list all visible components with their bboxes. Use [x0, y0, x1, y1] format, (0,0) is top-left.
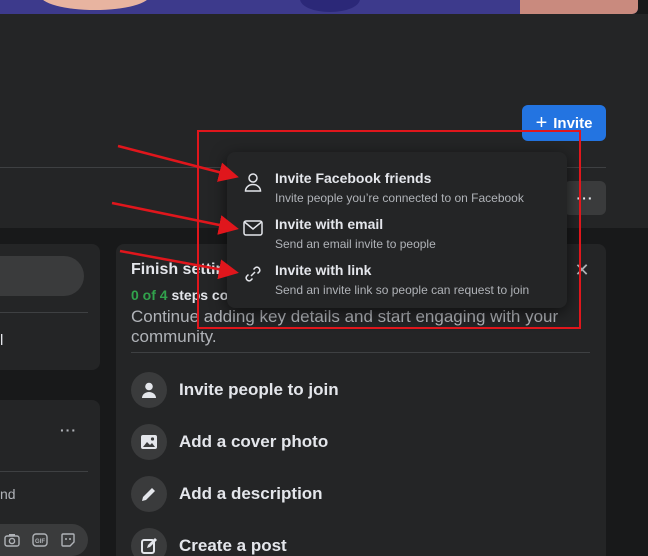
- setup-description: Continue adding key details and start en…: [131, 307, 559, 346]
- menu-item-invite-email[interactable]: Invite with email Send an email invite t…: [227, 198, 567, 251]
- composer-icon-bar: GIF: [0, 524, 88, 556]
- link-icon: [241, 262, 265, 286]
- task-invite-people[interactable]: Invite people to join: [131, 372, 339, 408]
- divider: [131, 352, 590, 353]
- divider: [0, 312, 88, 313]
- camera-icon[interactable]: [2, 530, 22, 550]
- task-create-post[interactable]: Create a post: [131, 528, 287, 556]
- gif-icon[interactable]: GIF: [30, 530, 50, 550]
- image-icon: [131, 424, 167, 460]
- plus-icon: +: [535, 112, 548, 134]
- sticker-icon[interactable]: [58, 530, 78, 550]
- edit-icon: [131, 528, 167, 556]
- pencil-icon: [131, 476, 167, 512]
- invite-dropdown-menu: Invite Facebook friends Invite people yo…: [227, 152, 567, 308]
- progress-rest: steps completed: [171, 287, 227, 303]
- left-card-composer: ··· nd GIF: [0, 400, 100, 556]
- cover-photo: [0, 0, 638, 14]
- left-search-input[interactable]: [0, 256, 84, 296]
- setup-progress: 0 of 4 steps completed: [131, 287, 227, 303]
- left-card-text: l: [0, 332, 4, 349]
- divider: [0, 471, 88, 472]
- menu-item-subtitle: Send an invite link so people can reques…: [275, 283, 530, 297]
- envelope-icon: [241, 216, 265, 240]
- composer-more-button[interactable]: ···: [60, 422, 77, 438]
- composer-text[interactable]: nd: [0, 486, 16, 502]
- task-add-description[interactable]: Add a description: [131, 476, 323, 512]
- task-label: Add a description: [179, 484, 323, 503]
- menu-item-title: Invite with link: [275, 262, 372, 278]
- svg-text:GIF: GIF: [35, 539, 45, 545]
- menu-item-invite-link[interactable]: Invite with link Send an invite link so …: [227, 244, 567, 297]
- task-add-cover-photo[interactable]: Add a cover photo: [131, 424, 328, 460]
- person-icon: [241, 170, 265, 194]
- task-label: Add a cover photo: [179, 432, 329, 451]
- more-icon: ···: [576, 190, 594, 206]
- task-label: Invite people to join: [179, 380, 339, 399]
- setup-title: Finish setting up: [131, 261, 231, 278]
- progress-count: 0 of 4: [131, 287, 168, 303]
- menu-item-invite-friends[interactable]: Invite Facebook friends Invite people yo…: [227, 152, 567, 205]
- person-icon: [131, 372, 167, 408]
- invite-button[interactable]: + Invite: [522, 105, 606, 141]
- more-options-button[interactable]: ···: [564, 181, 606, 215]
- close-icon[interactable]: ✕: [572, 260, 592, 280]
- invite-button-label: Invite: [553, 114, 593, 132]
- menu-item-title: Invite with email: [275, 216, 384, 232]
- task-label: Create a post: [179, 536, 287, 555]
- menu-item-title: Invite Facebook friends: [275, 170, 432, 186]
